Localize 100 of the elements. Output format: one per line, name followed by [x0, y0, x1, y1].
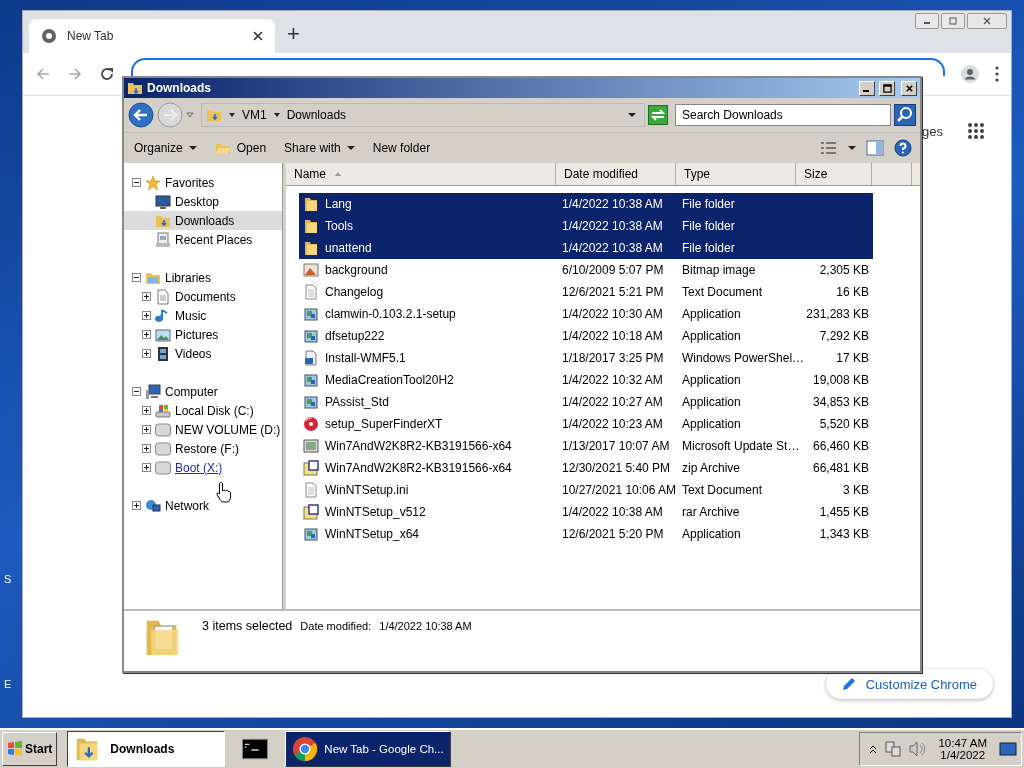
file-row[interactable]: WinNTSetup.ini 10/27/2021 10:06 AM Text Document 3 KB: [299, 479, 873, 501]
expand-toggle-icon[interactable]: [132, 387, 141, 396]
image-file-icon: [303, 262, 319, 278]
address-field[interactable]: [131, 58, 945, 76]
nav-item[interactable]: Documents: [124, 287, 282, 306]
network-icon[interactable]: [884, 740, 903, 758]
file-row[interactable]: PAssist_Std 1/4/2022 10:27 AM Application 34,853 KB: [299, 391, 873, 413]
clock-time[interactable]: 10:47 AM: [938, 737, 987, 749]
expand-toggle-icon[interactable]: [142, 425, 151, 434]
desktop-icon-label[interactable]: E: [4, 678, 12, 690]
clock-date[interactable]: 1/4/2022: [940, 749, 986, 761]
star-icon: [145, 174, 161, 191]
file-row[interactable]: Changelog 12/6/2021 5:21 PM Text Document 16 KB: [299, 281, 873, 303]
column-header[interactable]: Size: [796, 163, 872, 185]
new-tab-button[interactable]: +: [275, 21, 312, 53]
file-row[interactable]: WinNTSetup_x64 12/6/2021 5:20 PM Application 1,343 KB: [299, 523, 873, 545]
file-row[interactable]: Tools 1/4/2022 10:38 AM File folder: [299, 215, 873, 237]
file-row[interactable]: setup_SuperFinderXT 1/4/2022 10:23 AM Application 5,520 KB: [299, 413, 873, 435]
table-cell: 231,283 KB: [806, 307, 869, 321]
back-button-icon[interactable]: [128, 102, 154, 128]
show-desktop-icon[interactable]: [999, 740, 1017, 758]
desktop-icon-label[interactable]: S: [4, 573, 12, 585]
file-row[interactable]: WinNTSetup_v512 1/4/2022 10:38 AM rar Archive 1,455 KB: [299, 501, 873, 523]
close-icon[interactable]: [253, 31, 263, 41]
refresh-icon[interactable]: [648, 105, 668, 125]
column-header[interactable]: Date modified: [556, 163, 676, 185]
table-cell: Windows PowerShel…: [682, 351, 805, 365]
reload-icon[interactable]: [99, 66, 115, 82]
file-row[interactable]: unattend 1/4/2022 10:38 AM File folder: [299, 237, 873, 259]
address-bar[interactable]: VM1 Downloads: [201, 103, 645, 127]
nav-item[interactable]: Computer: [124, 382, 282, 401]
toolbar-button[interactable]: Open: [210, 138, 271, 158]
folder-icon: [303, 240, 319, 256]
taskbar-button[interactable]: New Tab - Google Ch...: [285, 731, 451, 767]
breadcrumb-item[interactable]: Downloads: [286, 108, 347, 122]
expand-toggle-icon[interactable]: [142, 330, 151, 339]
show-hidden-icons-icon[interactable]: [868, 744, 879, 754]
nav-item[interactable]: Pictures: [124, 325, 282, 344]
file-row[interactable]: clamwin-0.103.2.1-setup 1/4/2022 10:30 AM Application 231,283 KB: [299, 303, 873, 325]
toolbar-button[interactable]: Share with: [280, 139, 359, 157]
view-options-icon[interactable]: [820, 139, 838, 157]
table-cell: 1/4/2022 10:38 AM: [562, 197, 663, 211]
sort-arrow-icon: [334, 170, 342, 178]
nav-item[interactable]: Boot (X:): [124, 458, 282, 477]
close-icon: [982, 16, 992, 26]
breadcrumb-item[interactable]: VM1: [242, 108, 267, 122]
nav-item[interactable]: Favorites: [124, 173, 282, 192]
expand-toggle-icon[interactable]: [132, 178, 141, 187]
menu-icon[interactable]: [995, 66, 999, 82]
table-cell: 12/6/2021 5:21 PM: [562, 285, 664, 299]
file-row[interactable]: background 6/10/2009 5:07 PM Bitmap image 2,305 KB: [299, 259, 873, 281]
column-header[interactable]: Type: [676, 163, 796, 185]
toolbar-button[interactable]: New folder: [368, 139, 435, 157]
caret-icon[interactable]: [628, 111, 636, 119]
nav-item[interactable]: Local Disk (C:): [124, 401, 282, 420]
nav-item[interactable]: Music: [124, 306, 282, 325]
nav-item[interactable]: Libraries: [124, 268, 282, 287]
file-name: WinNTSetup_x64: [325, 527, 420, 541]
file-row[interactable]: Install-WMF5.1 1/18/2017 3:25 PM Windows PowerShel… 17 KB: [299, 347, 873, 369]
profile-icon[interactable]: [961, 65, 979, 83]
file-row[interactable]: Lang 1/4/2022 10:38 AM File folder: [299, 193, 873, 215]
help-icon[interactable]: [894, 139, 912, 157]
expand-toggle-icon[interactable]: [142, 311, 151, 320]
search-field[interactable]: Search Downloads: [675, 104, 891, 126]
nav-item[interactable]: Network: [124, 496, 282, 515]
file-row[interactable]: MediaCreationTool20H2 1/4/2022 10:32 AM Application 19,008 KB: [299, 369, 873, 391]
nav-item[interactable]: Recent Places: [124, 230, 282, 249]
folder-icon: [303, 196, 319, 212]
images-link[interactable]: ges: [922, 123, 943, 139]
table-cell: 1,343 KB: [819, 527, 869, 541]
expand-toggle-icon[interactable]: [142, 444, 151, 453]
nav-item[interactable]: NEW VOLUME (D:): [124, 420, 282, 439]
expand-toggle-icon[interactable]: [142, 463, 151, 472]
nav-item[interactable]: Videos: [124, 344, 282, 363]
taskbar-button[interactable]: Downloads: [67, 731, 226, 767]
preview-pane-icon[interactable]: [866, 139, 884, 157]
speaker-icon[interactable]: [908, 740, 927, 758]
expand-toggle-icon[interactable]: [142, 292, 151, 301]
nav-item[interactable]: Downloads: [124, 211, 282, 230]
minimize-button[interactable]: [915, 13, 939, 29]
browser-tab[interactable]: New Tab: [29, 19, 275, 53]
nav-item[interactable]: Desktop: [124, 192, 282, 211]
file-row[interactable]: Win7AndW2K8R2-KB3191566-x64 1/13/2017 10:07 AM Microsoft Update St… 66,460 KB: [299, 435, 873, 457]
file-row[interactable]: Win7AndW2K8R2-KB3191566-x64 12/30/2021 5:40 PM zip Archive 66,481 KB: [299, 457, 873, 479]
start-button[interactable]: Start: [2, 732, 58, 766]
column-header[interactable]: Name: [286, 163, 556, 185]
expand-toggle-icon[interactable]: [132, 273, 141, 282]
search-icon[interactable]: [894, 104, 916, 126]
table-cell: 66,460 KB: [812, 439, 869, 453]
expand-toggle-icon[interactable]: [142, 349, 151, 358]
expand-toggle-icon[interactable]: [132, 501, 141, 510]
caret-icon[interactable]: [848, 144, 856, 152]
nav-item[interactable]: Restore (F:): [124, 439, 282, 458]
file-name: setup_SuperFinderXT: [325, 417, 443, 431]
apps-grid-icon[interactable]: [967, 122, 985, 140]
expand-toggle-icon[interactable]: [142, 406, 151, 415]
file-row[interactable]: dfsetup222 1/4/2022 10:18 AM Application 7,292 KB: [299, 325, 873, 347]
caret-icon[interactable]: [272, 111, 281, 119]
toolbar-button[interactable]: Organize: [130, 139, 201, 157]
caret-icon[interactable]: [228, 111, 236, 119]
